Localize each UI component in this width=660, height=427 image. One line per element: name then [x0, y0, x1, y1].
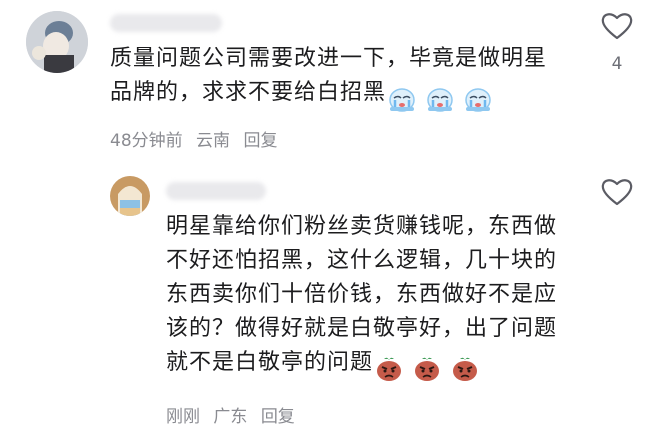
comment-text-line: 质量问题公司需要改进一下，毕竟是做明星 [110, 46, 548, 71]
avatar-image [110, 176, 150, 216]
like-count: 4 [611, 54, 623, 74]
like-button[interactable] [600, 178, 634, 210]
reply-button[interactable]: 回复 [243, 131, 277, 151]
cry-emoji-icon [465, 88, 491, 112]
angry-emoji-icon [377, 357, 402, 381]
like-button[interactable]: 4 [600, 12, 634, 74]
comment-text: 明星靠给你们粉丝卖货赚钱呢，东西做 不好还怕招黑，这什么逻辑，几十块的 东西卖你… [166, 210, 586, 386]
comment-2: 明星靠给你们粉丝卖货赚钱呢，东西做 不好还怕招黑，这什么逻辑，几十块的 东西卖你… [0, 160, 660, 427]
comment-text-line: 不好还怕招黑，这什么逻辑，几十块的 [166, 248, 558, 273]
comment-1: 质量问题公司需要改进一下，毕竟是做明星 品牌的，求求不要给白招黑 48分钟前 云… [0, 0, 660, 160]
emoji-group [375, 352, 481, 386]
comment-text-line: 就不是白敬亭的问题 [166, 346, 586, 386]
reply-button[interactable]: 回复 [261, 407, 295, 427]
comment-text-line: 明星靠给你们粉丝卖货赚钱呢，东西做 [166, 214, 558, 239]
cry-emoji-icon [389, 88, 415, 112]
comment-time: 刚刚 [166, 407, 200, 427]
cry-emoji-icon [427, 88, 453, 112]
username-blurred[interactable] [166, 182, 266, 200]
comment-text-line: 品牌的，求求不要给白招黑 [110, 76, 615, 116]
comment-meta: 48分钟前 云南 回复 [110, 126, 285, 151]
comment-text: 质量问题公司需要改进一下，毕竟是做明星 品牌的，求求不要给白招黑 [110, 42, 615, 116]
angry-emoji-icon [415, 357, 440, 381]
emoji-group [388, 82, 494, 116]
comment-location: 广东 [213, 407, 248, 427]
angry-emoji-icon [453, 357, 478, 381]
avatar-image [26, 11, 88, 73]
username-blurred[interactable] [110, 14, 222, 32]
comment-text-line: 东西卖你们十倍价钱，东西做好不是应 [166, 282, 558, 307]
avatar[interactable] [110, 176, 150, 216]
comment-location: 云南 [196, 131, 231, 151]
comment-time: 48分钟前 [110, 131, 183, 151]
heart-icon [601, 13, 633, 40]
comment-meta: 刚刚 广东 回复 [166, 402, 303, 427]
avatar[interactable] [26, 11, 88, 73]
comment-text-line: 该的？做得好就是白敬亭好，出了问题 [166, 316, 558, 341]
heart-icon [601, 179, 633, 206]
